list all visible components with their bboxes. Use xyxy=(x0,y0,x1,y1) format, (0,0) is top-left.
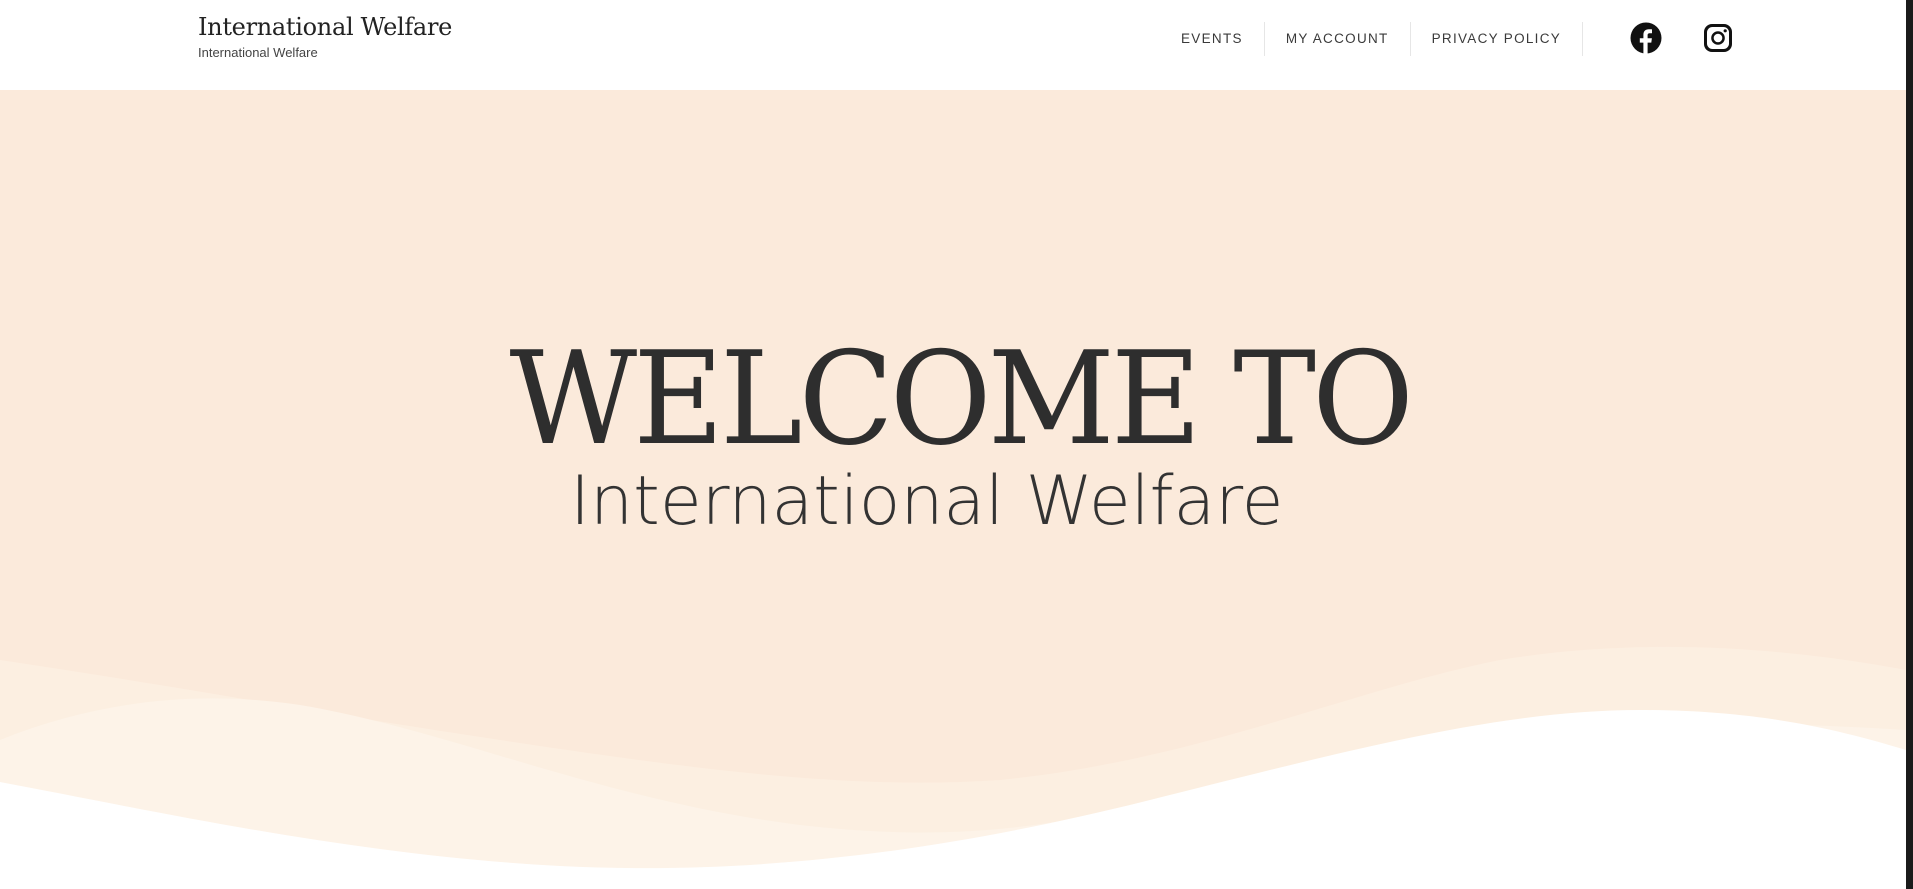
instagram-icon xyxy=(1704,24,1732,52)
site-header: International Welfare International Welf… xyxy=(0,0,1906,90)
main-navigation: EVENTS MY ACCOUNT PRIVACY POLICY xyxy=(1160,22,1584,56)
site-tagline: International Welfare xyxy=(198,45,318,60)
social-links xyxy=(1630,20,1734,56)
nav-item-privacy-policy[interactable]: PRIVACY POLICY xyxy=(1411,22,1584,56)
facebook-icon xyxy=(1630,22,1662,54)
site-branding: International Welfare International Welf… xyxy=(198,12,452,61)
hero-section: WELCOME TO International Welfare xyxy=(0,90,1906,889)
page: International Welfare International Welf… xyxy=(0,0,1913,889)
hero-subheading: International Welfare xyxy=(570,462,1284,541)
hero-heading: WELCOME TO xyxy=(509,325,1414,474)
facebook-link[interactable] xyxy=(1630,22,1662,54)
site-title-link[interactable]: International Welfare xyxy=(198,12,452,42)
nav-item-my-account[interactable]: MY ACCOUNT xyxy=(1265,22,1411,56)
nav-item-events[interactable]: EVENTS xyxy=(1160,22,1265,56)
window-scrollbar[interactable] xyxy=(1906,0,1913,889)
instagram-link[interactable] xyxy=(1702,22,1734,54)
